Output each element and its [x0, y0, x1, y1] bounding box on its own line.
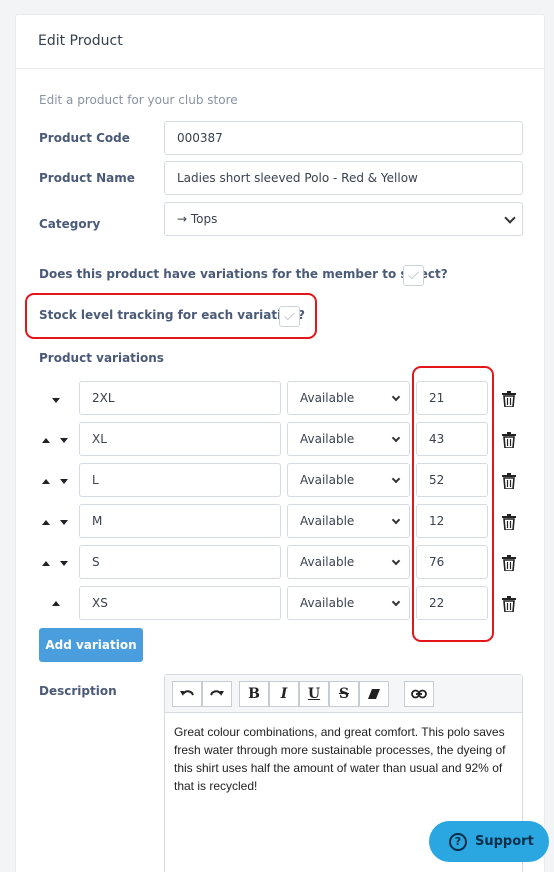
move-up-icon[interactable]: [52, 601, 60, 606]
undo-button[interactable]: [172, 681, 202, 707]
move-down-icon[interactable]: [60, 520, 68, 525]
variation-name-input[interactable]: M: [79, 504, 281, 538]
link-button[interactable]: [404, 681, 434, 707]
variations-checkbox[interactable]: [403, 265, 424, 286]
description-label: Description: [39, 684, 117, 698]
variation-stock-input[interactable]: 52: [416, 463, 488, 497]
move-up-icon[interactable]: [42, 438, 50, 443]
variation-stock-input[interactable]: 21: [416, 381, 488, 415]
variation-stock-input[interactable]: 43: [416, 422, 488, 456]
add-variation-button[interactable]: Add variation: [39, 628, 143, 662]
trash-icon[interactable]: [502, 432, 516, 448]
variation-stock-input[interactable]: 22: [416, 586, 488, 620]
chevron-down-icon: [391, 392, 401, 402]
clear-format-button[interactable]: [359, 681, 389, 707]
trash-icon[interactable]: [502, 596, 516, 612]
support-button[interactable]: ? Support: [429, 821, 549, 862]
check-icon: [408, 268, 419, 280]
page-title: Edit Product: [38, 33, 123, 49]
category-label: Category: [39, 217, 101, 231]
move-up-icon[interactable]: [42, 561, 50, 566]
move-down-icon[interactable]: [52, 398, 60, 403]
variation-status-select[interactable]: Available: [287, 545, 410, 579]
undo-icon: [180, 690, 194, 696]
link-icon: [411, 689, 427, 699]
redo-icon: [210, 690, 224, 696]
variation-name-input[interactable]: XL: [79, 422, 281, 456]
description-content[interactable]: Great colour combinations, and great com…: [165, 713, 522, 805]
stock-tracking-checkbox[interactable]: [279, 306, 300, 327]
support-label: Support: [475, 834, 534, 849]
redo-button[interactable]: [202, 681, 232, 707]
chevron-down-icon: [391, 474, 401, 484]
variation-status-value: Available: [300, 432, 355, 446]
move-up-icon[interactable]: [42, 520, 50, 525]
strikethrough-button[interactable]: S: [329, 681, 359, 707]
eraser-icon: [368, 689, 380, 699]
move-down-icon[interactable]: [60, 479, 68, 484]
category-select[interactable]: → Tops: [164, 202, 523, 236]
editor-toolbar: B I U S: [165, 675, 522, 713]
variation-status-value: Available: [300, 473, 355, 487]
variation-status-select[interactable]: Available: [287, 504, 410, 538]
trash-icon[interactable]: [502, 555, 516, 571]
edit-product-card: Edit Product Edit a product for your clu…: [15, 14, 545, 872]
variation-name-input[interactable]: XS: [79, 586, 281, 620]
bold-button[interactable]: B: [239, 681, 269, 707]
chevron-down-icon: [504, 212, 516, 224]
variation-status-select[interactable]: Available: [287, 463, 410, 497]
variation-stock-input[interactable]: 12: [416, 504, 488, 538]
variation-status-value: Available: [300, 391, 355, 405]
variation-status-value: Available: [300, 555, 355, 569]
move-up-icon[interactable]: [42, 479, 50, 484]
page-subtitle: Edit a product for your club store: [39, 93, 238, 107]
move-down-icon[interactable]: [60, 561, 68, 566]
variation-status-select[interactable]: Available: [287, 586, 410, 620]
chevron-down-icon: [391, 556, 401, 566]
variations-question-label: Does this product have variations for th…: [39, 267, 448, 281]
check-icon: [284, 309, 295, 321]
variation-name-input[interactable]: L: [79, 463, 281, 497]
variation-status-select[interactable]: Available: [287, 422, 410, 456]
variations-heading: Product variations: [39, 351, 164, 365]
variation-status-select[interactable]: Available: [287, 381, 410, 415]
move-down-icon[interactable]: [60, 438, 68, 443]
trash-icon[interactable]: [502, 473, 516, 489]
stock-tracking-label: Stock level tracking for each variation?: [39, 308, 305, 322]
product-code-label: Product Code: [39, 131, 130, 145]
help-icon: ?: [449, 832, 467, 851]
variation-name-input[interactable]: 2XL: [79, 381, 281, 415]
category-value: → Tops: [177, 212, 218, 226]
trash-icon[interactable]: [502, 514, 516, 530]
variation-name-input[interactable]: S: [79, 545, 281, 579]
variation-stock-input[interactable]: 76: [416, 545, 488, 579]
italic-button[interactable]: I: [269, 681, 299, 707]
chevron-down-icon: [391, 433, 401, 443]
chevron-down-icon: [391, 597, 401, 607]
variation-status-value: Available: [300, 514, 355, 528]
variation-status-value: Available: [300, 596, 355, 610]
card-header: Edit Product: [16, 15, 544, 69]
product-name-input[interactable]: Ladies short sleeved Polo - Red & Yellow: [164, 161, 523, 195]
trash-icon[interactable]: [502, 391, 516, 407]
product-code-input[interactable]: 000387: [164, 121, 523, 155]
product-name-label: Product Name: [39, 171, 135, 185]
underline-button[interactable]: U: [299, 681, 329, 707]
chevron-down-icon: [391, 515, 401, 525]
